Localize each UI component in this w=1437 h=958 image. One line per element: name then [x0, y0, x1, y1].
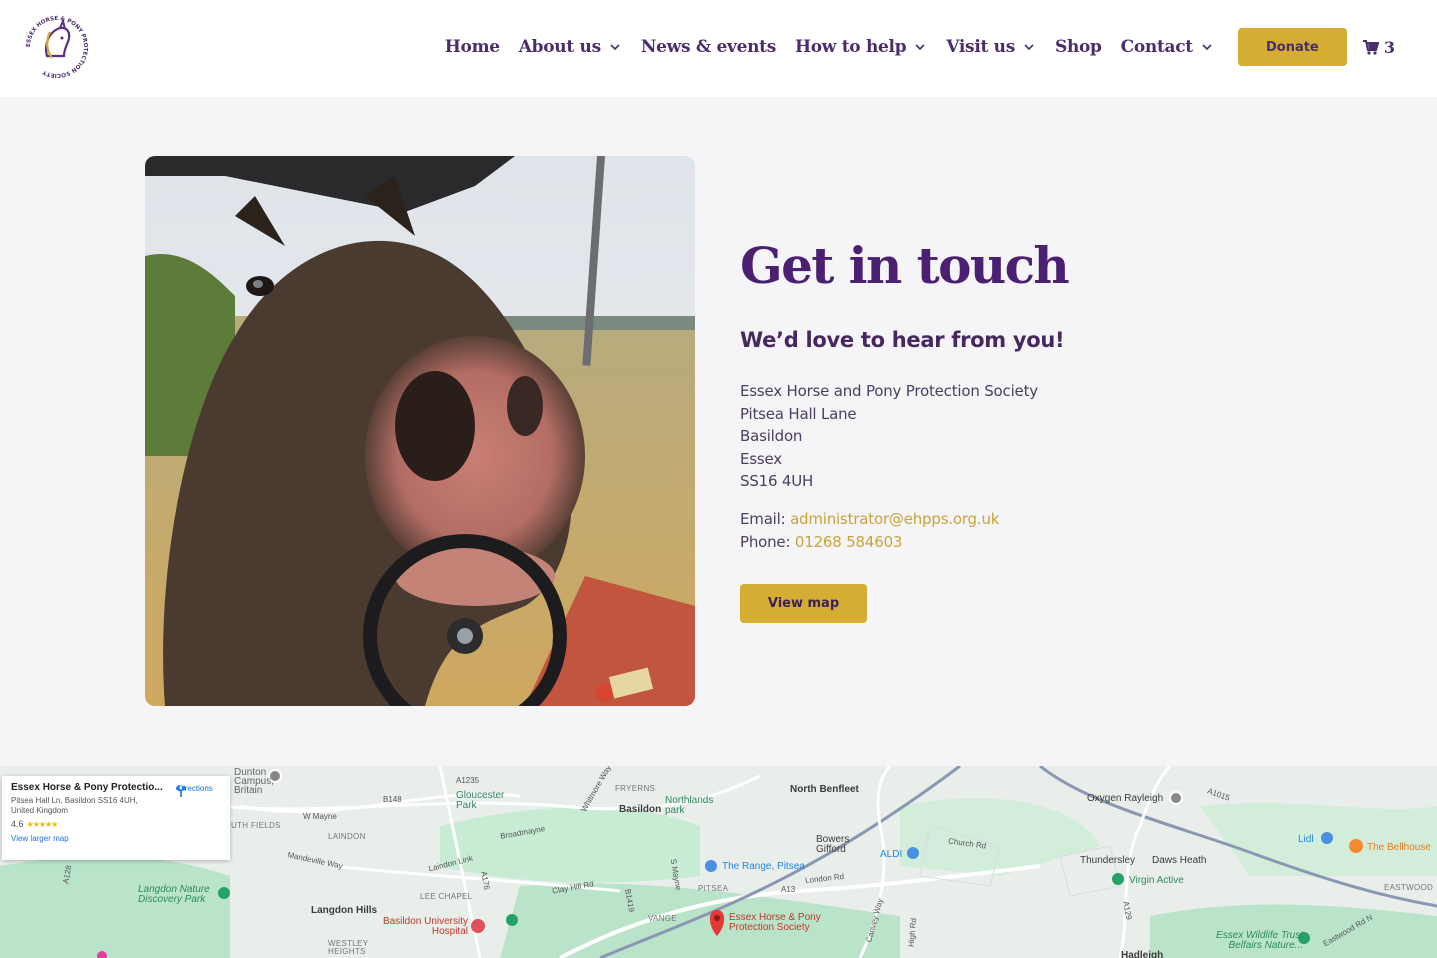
directions-button[interactable]: Directions — [174, 784, 216, 797]
map-area-pitsea: PITSEA — [698, 884, 729, 893]
nav-news-events-label: News & events — [640, 37, 776, 57]
map-area-lee-chapel: LEE CHAPEL — [420, 892, 473, 901]
map-card-rating: 4.6 ★★★★★ — [11, 819, 221, 829]
chevron-down-icon — [915, 44, 925, 51]
contact-section: Get in touch We’d love to hear from you!… — [740, 230, 1340, 623]
map-place-oxygen: Oxygen Rayleigh — [1087, 793, 1164, 804]
map-place-virgin-active: Virgin Active — [1129, 875, 1184, 886]
page-title: Get in touch — [740, 236, 1070, 295]
star-rating-icon: ★★★★★ — [26, 819, 59, 829]
map-place-northlands-park: Northlands park — [665, 795, 714, 816]
map-place-lidl: Lidl — [1298, 834, 1314, 845]
chevron-down-icon — [610, 44, 620, 51]
cart-icon — [1362, 39, 1379, 55]
nav-visit-us[interactable]: Visit us — [946, 37, 1036, 57]
map-card-address: Pitsea Hall Ln, Basildon SS16 4UH, Unite… — [11, 796, 138, 815]
map-place-bowers-gifford: Bowers Gifford — [816, 834, 850, 855]
map-area-vange: VANGE — [648, 914, 677, 923]
map-road-b148: B148 — [383, 795, 402, 804]
view-larger-map-link[interactable]: View larger map — [11, 834, 221, 843]
map-area-laindon: LAINDON — [328, 832, 366, 841]
chevron-down-icon — [1024, 44, 1034, 51]
chevron-down-icon — [1202, 44, 1212, 51]
rating-value: 4.6 — [11, 819, 24, 829]
address-line: SS16 4UH — [740, 472, 814, 491]
phone-link[interactable]: 01268 584603 — [795, 533, 903, 551]
nav-shop-label: Shop — [1054, 37, 1102, 57]
phone-label: Phone: — [740, 532, 791, 551]
map-place-basildon-hospital: Basildon University Hospital — [382, 916, 468, 937]
map-place-thundersley: Thundersley — [1080, 855, 1136, 866]
map-area-westley-heights: WESTLEY HEIGHTS — [328, 939, 369, 956]
svg-text:ESSEX HORSE & PONY PROTECTION: ESSEX HORSE & PONY PROTECTION SOCIETY — [26, 16, 88, 78]
embedded-map[interactable]: North Benfleet Basildon Gloucester Park … — [0, 766, 1437, 958]
map-road-w-mayne: W Mayne — [303, 812, 337, 821]
horse-photo — [145, 156, 695, 706]
map-area-fryerns: FRYERNS — [615, 784, 656, 793]
cart-button[interactable]: 3 — [1362, 37, 1395, 57]
map-place-north-benfleet: North Benfleet — [790, 784, 859, 795]
map-road-a1235: A1235 — [456, 776, 480, 785]
map-place-aldi: ALDI — [880, 849, 903, 860]
map-place-the-range: The Range, Pitsea — [722, 861, 805, 872]
directions-icon — [176, 786, 186, 797]
site-header: ESSEX HORSE & PONY PROTECTION SOCIETY Ho… — [0, 0, 1437, 97]
nav-contact-label: Contact — [1120, 37, 1194, 57]
map-place-hadleigh: Hadleigh — [1121, 950, 1164, 958]
logo-text: ESSEX HORSE & PONY PROTECTION SOCIETY — [26, 16, 88, 78]
address-line: Essex — [740, 449, 782, 468]
map-info-card: Essex Horse & Pony Protectio... Pitsea H… — [2, 776, 230, 860]
map-place-essex-wildlife: Essex Wildlife Trust Belfairs Nature... — [1216, 930, 1303, 951]
map-place-langdon-nature: Langdon Nature Discovery Park — [138, 884, 210, 905]
address-line: Pitsea Hall Lane — [740, 404, 857, 423]
nav-contact[interactable]: Contact — [1121, 37, 1214, 57]
nav-shop[interactable]: Shop — [1055, 37, 1102, 57]
phone-row: Phone: 01268 584603 — [740, 531, 1340, 554]
map-place-langdon-hills: Langdon Hills — [311, 905, 378, 916]
nav-about-us-label: About us — [518, 37, 601, 57]
nav-visit-us-label: Visit us — [946, 37, 1015, 57]
map-place-basildon: Basildon — [619, 804, 662, 815]
email-label: Email: — [740, 509, 786, 528]
nav-news-events[interactable]: News & events — [641, 37, 776, 57]
cart-count: 3 — [1383, 37, 1395, 57]
nav-home[interactable]: Home — [445, 37, 500, 57]
nav-home-label: Home — [444, 37, 500, 57]
contact-subtitle: We’d love to hear from you! — [740, 328, 1065, 352]
contact-details: Email: administrator@ehpps.org.uk Phone:… — [740, 508, 1340, 554]
map-place-daws-heath: Daws Heath — [1152, 855, 1207, 866]
donate-button[interactable]: Donate — [1237, 28, 1347, 66]
map-place-gloucester-park: Gloucester Park — [456, 790, 505, 811]
map-area-south-fields: UTH FIELDS — [231, 821, 281, 830]
ehpps-logo[interactable]: ESSEX HORSE & PONY PROTECTION SOCIETY — [22, 14, 92, 80]
nav-about-us[interactable]: About us — [519, 37, 622, 57]
map-place-dunton: Dunton Campus, Britain — [234, 767, 275, 796]
map-pin-ehpps[interactable]: Essex Horse & Pony Protection Society — [729, 913, 829, 933]
map-area-eastwood: EASTWOOD — [1384, 883, 1434, 892]
view-map-button[interactable]: View map — [740, 583, 867, 623]
postal-address: Essex Horse and Pony Protection Society … — [740, 380, 1340, 493]
map-road-a13: A13 — [781, 885, 796, 894]
email-link[interactable]: administrator@ehpps.org.uk — [790, 510, 999, 528]
main-nav: Home About us News & events How to help … — [445, 28, 1395, 66]
nav-how-to-help-label: How to help — [795, 37, 907, 57]
address-line: Basildon — [740, 427, 803, 446]
address-line: Essex Horse and Pony Protection Society — [740, 382, 1038, 400]
nav-how-to-help[interactable]: How to help — [795, 37, 927, 57]
email-row: Email: administrator@ehpps.org.uk — [740, 508, 1340, 531]
map-place-bellhouse: The Bellhouse — [1367, 842, 1431, 853]
